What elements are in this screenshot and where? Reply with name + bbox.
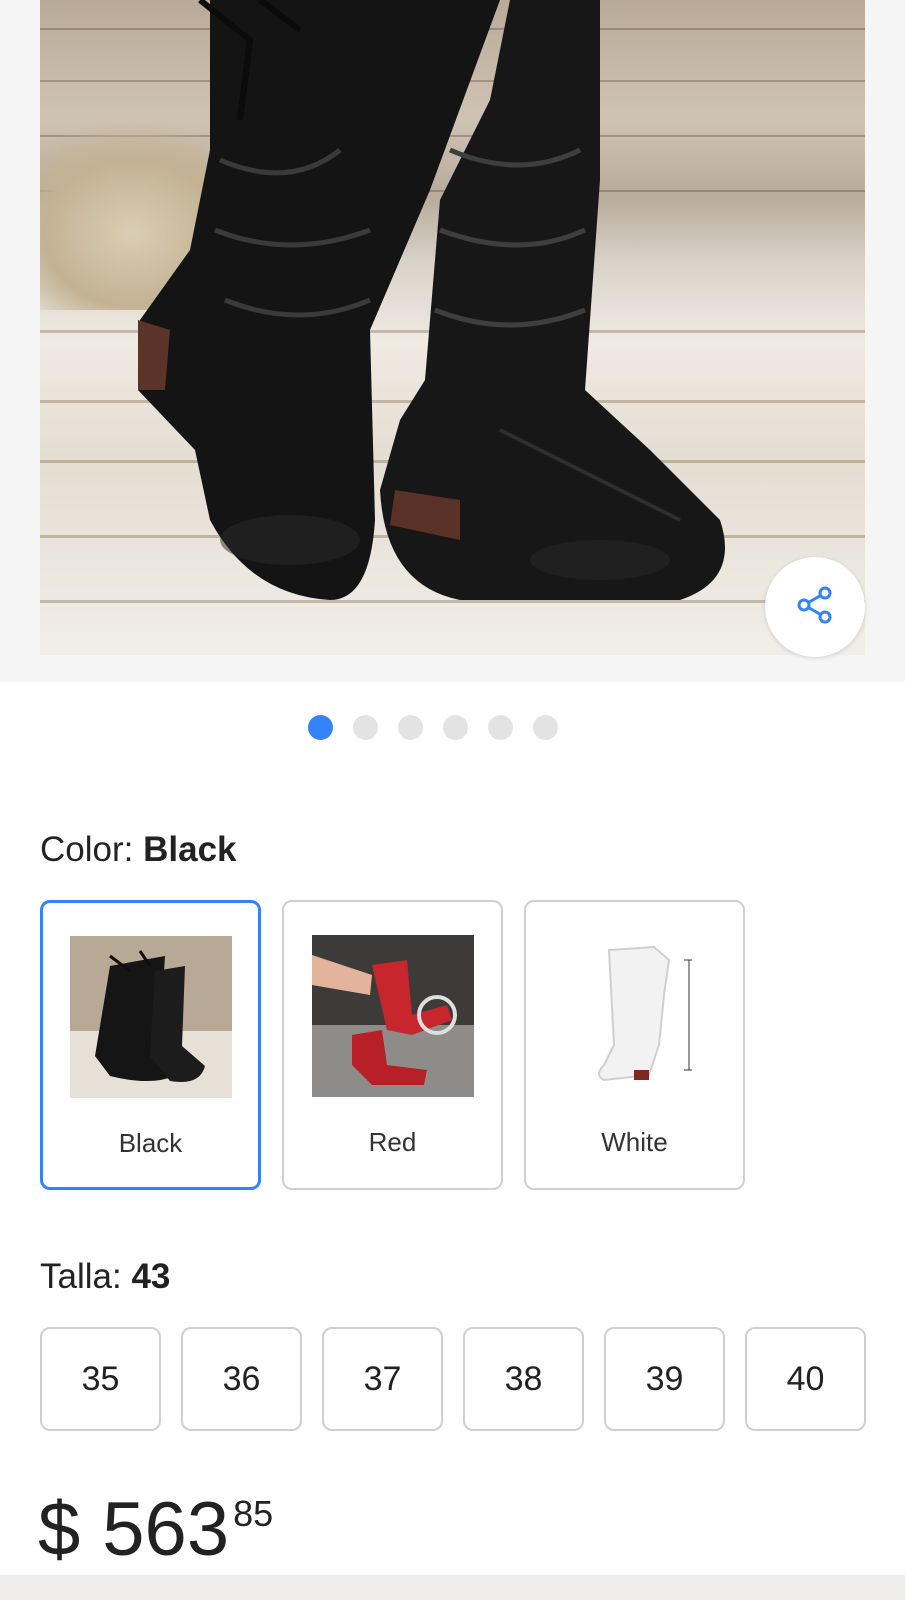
price-integer: 563 [102,1487,230,1572]
share-icon [795,585,835,630]
price: $ 563 85 [38,1490,273,1570]
size-option[interactable]: 38 [463,1327,584,1431]
pagination-dot[interactable] [442,715,468,740]
product-image[interactable] [40,0,865,655]
bottom-bar [0,1575,905,1600]
color-thumb-black [69,936,232,1098]
size-option[interactable]: 35 [40,1327,161,1431]
color-option-label: Red [368,1127,417,1157]
size-title: Talla: [40,1257,122,1296]
share-button[interactable] [765,557,865,657]
color-option-red[interactable]: Red [282,900,503,1190]
boots-illustration [138,0,725,600]
size-option[interactable]: 40 [745,1327,866,1431]
pagination-dot[interactable] [532,715,558,740]
pagination-dot[interactable] [487,715,513,740]
pagination-dot[interactable] [397,715,423,740]
pagination-dot[interactable] [352,715,378,740]
product-page: Color: Black Black Red White Talla: 43 3… [0,0,905,1600]
product-gallery[interactable] [0,0,905,682]
price-currency: $ [38,1487,81,1572]
size-options: 35 36 37 38 39 40 [40,1327,866,1431]
color-thumb-red [311,935,474,1097]
size-option[interactable]: 39 [604,1327,725,1431]
price-cents: 85 [233,1493,274,1534]
color-options: Black Red White [40,900,745,1190]
color-option-white[interactable]: White [524,900,745,1190]
color-label: Color: Black [40,830,237,870]
gallery-pagination [0,715,885,741]
size-label: Talla: 43 [40,1257,170,1297]
color-option-black[interactable]: Black [40,900,261,1190]
size-selected-value: 43 [131,1257,171,1296]
color-thumb-white [553,935,716,1097]
size-option[interactable]: 37 [322,1327,443,1431]
color-title: Color: [40,830,134,869]
color-option-label: White [601,1127,668,1157]
color-selected-value: Black [143,830,237,869]
color-option-label: Black [118,1128,183,1158]
size-option[interactable]: 36 [181,1327,302,1431]
pagination-dot-active[interactable] [307,715,333,740]
